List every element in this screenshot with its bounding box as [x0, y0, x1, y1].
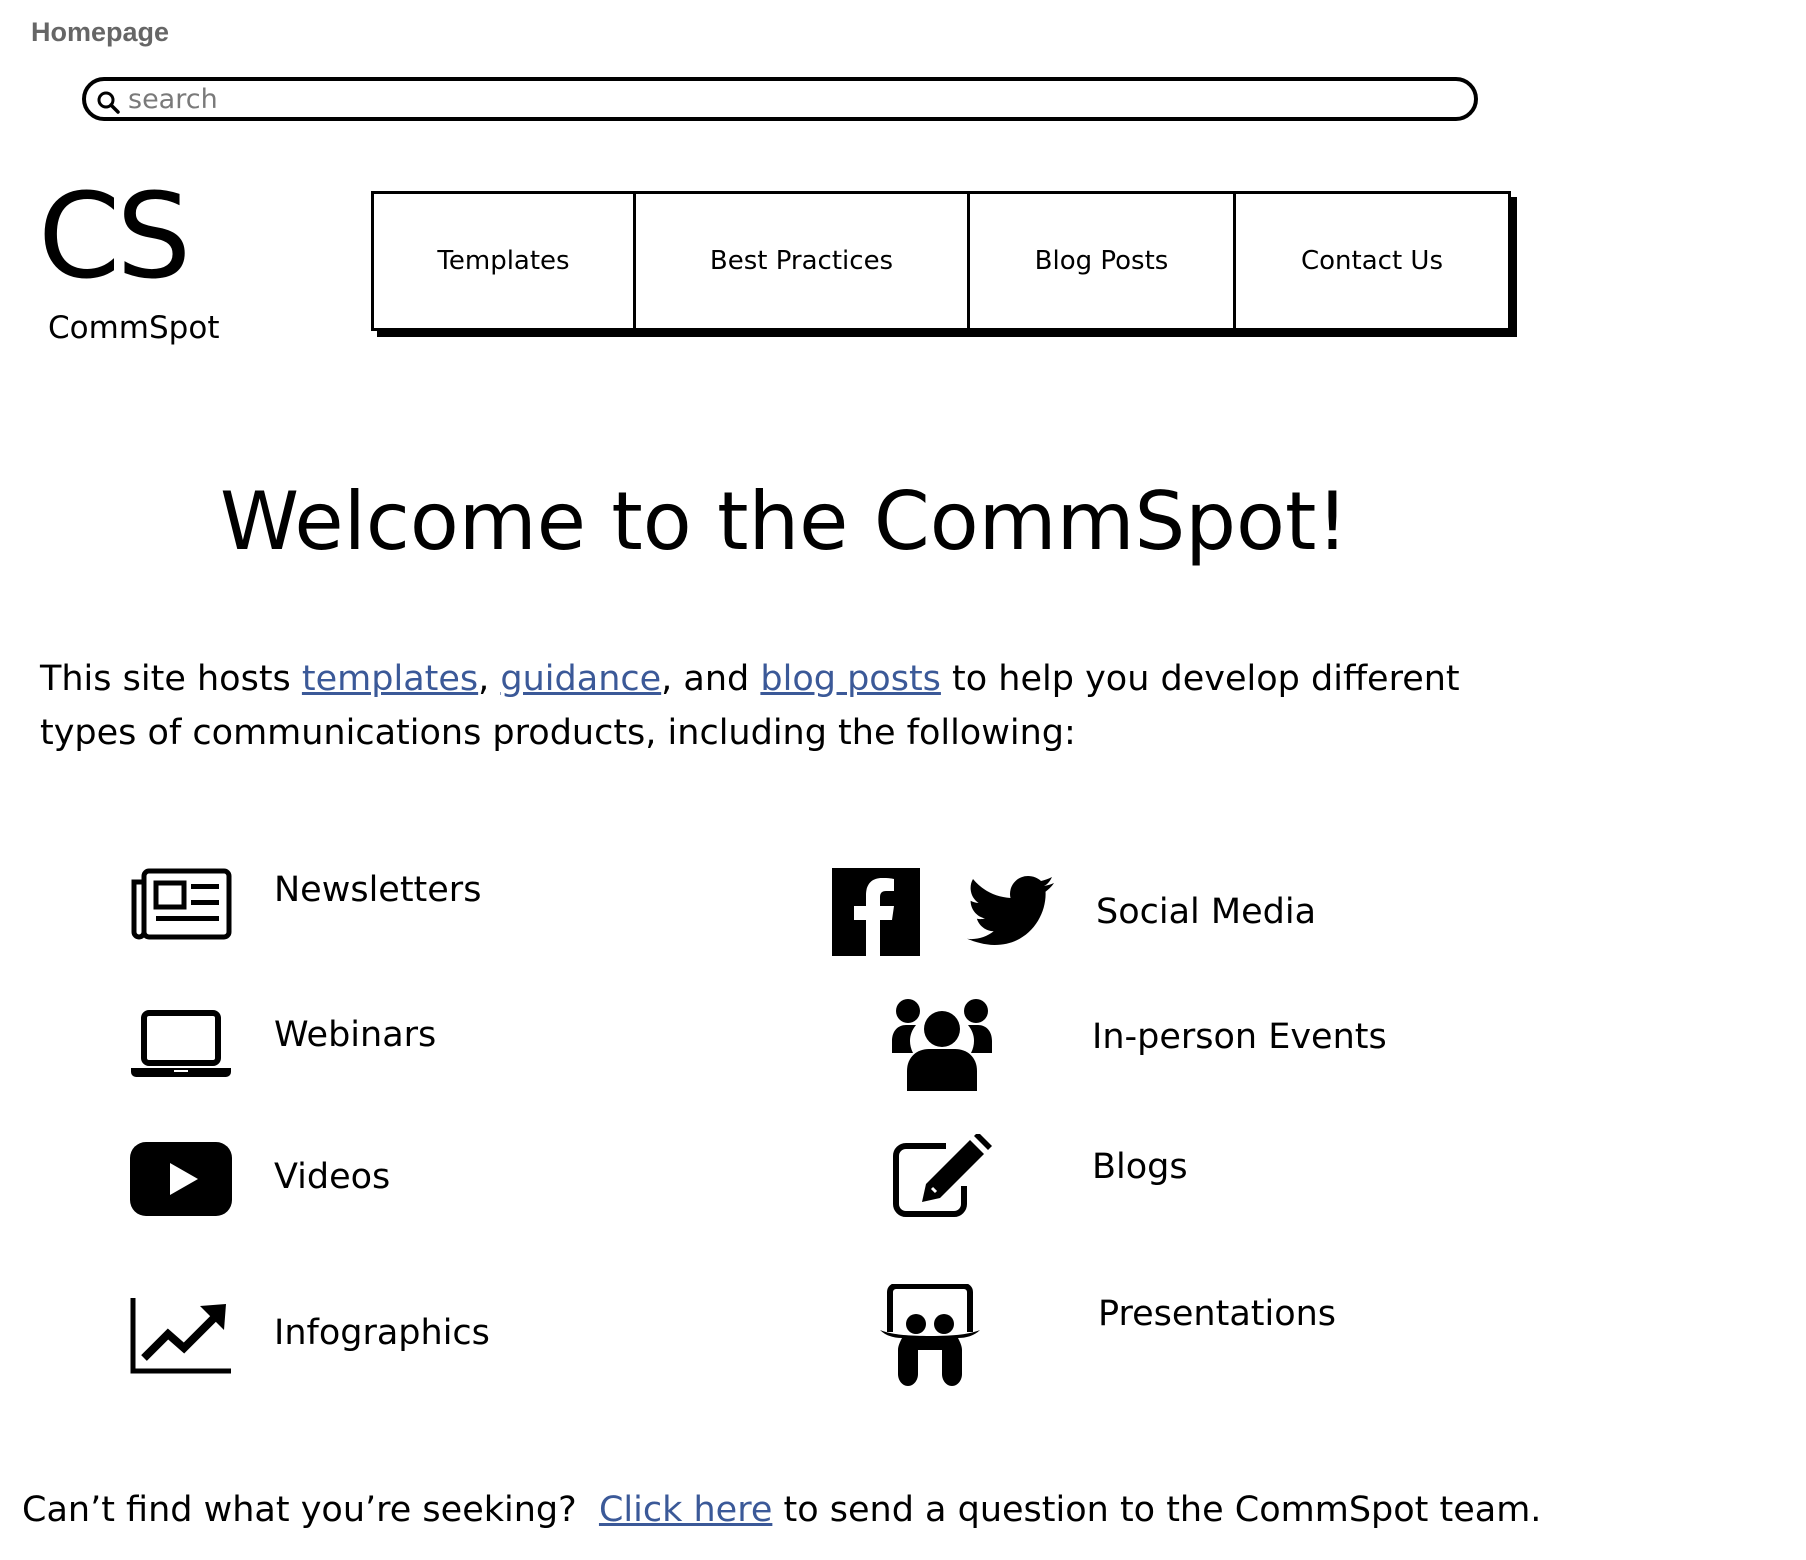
- facebook-icon: [832, 868, 920, 956]
- product-label: Webinars: [274, 1015, 437, 1055]
- logo-name: CommSpot: [48, 310, 220, 346]
- logo-mark[interactable]: CS: [38, 177, 191, 295]
- search-icon: [97, 91, 120, 114]
- slideshare-icon: [880, 1284, 980, 1386]
- intro-text-1: This site hosts: [40, 659, 302, 699]
- footer-text-suffix: to send a question to the CommSpot team.: [772, 1490, 1542, 1530]
- nav-blog-posts[interactable]: Blog Posts: [970, 194, 1236, 328]
- chart-line-icon: [130, 1296, 232, 1374]
- twitter-icon: [966, 874, 1056, 950]
- footer-text-prefix: Can’t find what you’re seeking?: [22, 1490, 599, 1530]
- intro-sep-1: ,: [478, 659, 501, 699]
- click-here-link[interactable]: Click here: [599, 1490, 772, 1530]
- templates-link[interactable]: templates: [302, 659, 478, 699]
- footer-note: Can’t find what you’re seeking? Click he…: [22, 1490, 1541, 1530]
- product-in-person-events[interactable]: In-person Events: [892, 997, 1387, 1091]
- laptop-icon: [130, 1010, 232, 1078]
- product-label: Videos: [274, 1157, 391, 1197]
- product-label: In-person Events: [1092, 1017, 1387, 1057]
- product-presentations[interactable]: Presentations: [880, 1284, 1336, 1386]
- intro-paragraph: This site hosts templates, guidance, and…: [40, 652, 1520, 760]
- intro-sep-2: , and: [661, 659, 761, 699]
- product-blogs[interactable]: Blogs: [892, 1134, 1188, 1218]
- nav-best-practices[interactable]: Best Practices: [636, 194, 970, 328]
- edit-pencil-icon: [892, 1134, 994, 1218]
- guidance-link[interactable]: guidance: [500, 659, 661, 699]
- search-bar[interactable]: [82, 77, 1478, 121]
- page-label: Homepage: [31, 17, 170, 47]
- product-label: Presentations: [1098, 1294, 1337, 1334]
- product-label: Social Media: [1096, 892, 1317, 932]
- page-title: Welcome to the CommSpot!: [220, 475, 1349, 568]
- blog-posts-link[interactable]: blog posts: [760, 659, 941, 699]
- product-infographics[interactable]: Infographics: [130, 1296, 490, 1374]
- people-group-icon: [892, 997, 992, 1091]
- product-label: Newsletters: [274, 870, 482, 910]
- newspaper-icon: [130, 868, 232, 940]
- nav-contact-us[interactable]: Contact Us: [1236, 194, 1508, 328]
- product-social-media[interactable]: Social Media: [832, 868, 1316, 956]
- search-input[interactable]: [128, 81, 1428, 117]
- main-nav: Templates Best Practices Blog Posts Cont…: [371, 191, 1511, 331]
- product-newsletters[interactable]: Newsletters: [130, 868, 481, 940]
- product-webinars[interactable]: Webinars: [130, 1010, 436, 1078]
- product-label: Blogs: [1092, 1147, 1188, 1187]
- youtube-icon: [130, 1142, 232, 1216]
- product-label: Infographics: [274, 1313, 490, 1353]
- product-videos[interactable]: Videos: [130, 1142, 390, 1216]
- nav-templates[interactable]: Templates: [374, 194, 636, 328]
